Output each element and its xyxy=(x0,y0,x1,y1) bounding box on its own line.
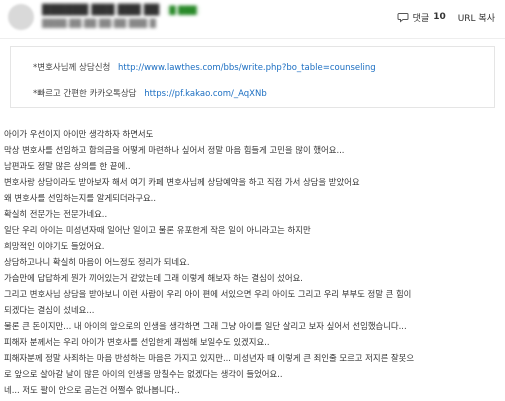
post-header: ██████ ███ ███ ██ █ ███ ████.██.██ ██:██… xyxy=(0,0,505,39)
body-line: 왜 변호사를 선임하는지를 알게되더라구요.. xyxy=(4,193,156,203)
comment-count: 10 xyxy=(433,12,446,22)
body-line: 네... 저도 팔이 안으로 굽는건 어쩔수 없나봅니다.. xyxy=(4,385,180,395)
link-row: *변호사님께 상담신청 http://www.lawthes.com/bbs/w… xyxy=(33,61,376,73)
kakao-link[interactable]: https://pf.kakao.com/_AqXNb xyxy=(144,89,267,99)
link-label: *변호사님께 상담신청 xyxy=(33,63,111,73)
body-line: 로 앞으로 살아갈 날이 많은 아이의 인생을 망칠수는 없겠다는 생각이 들었… xyxy=(4,369,283,379)
contact-link-box: *변호사님께 상담신청 http://www.lawthes.com/bbs/w… xyxy=(10,46,495,108)
body-line: 막상 변호사를 선임하고 합의금을 어떻게 마련하나 싶어서 정말 마음 힘들게… xyxy=(4,145,345,155)
member-badge: █ ███ xyxy=(166,6,200,15)
body-line: 일단 우리 아이는 미성년자때 일어난 일이고 물론 유포한게 작은 일이 아니… xyxy=(4,225,311,235)
body-line: 피해자분께 정말 사죄하는 마음 반성하는 마음은 가지고 있지만... 미성년… xyxy=(4,353,415,363)
body-line: 그리고 변호사님 상담을 받아보니 이런 사람이 우리 아이 편에 서있으면 우… xyxy=(4,289,412,299)
comment-bubble-icon xyxy=(397,11,409,23)
counseling-link[interactable]: http://www.lawthes.com/bbs/write.php?bo_… xyxy=(118,63,376,73)
body-line: 확실히 전문가는 전문가네요.. xyxy=(4,209,108,219)
body-line: 되겠다는 결심이 섰네요... xyxy=(4,305,95,315)
author-info[interactable]: ██████ ███ ███ ██ █ ███ xyxy=(42,5,200,16)
body-line: 피해자 분께서는 우리 아이가 변호사를 선임한게 괘씸해 보일수도 있겠지요.… xyxy=(4,337,270,347)
link-label: *빠르고 간편한 카카오톡상담 xyxy=(33,89,137,99)
post-page: ██████ ███ ███ ██ █ ███ ████.██.██ ██:██… xyxy=(0,0,505,401)
body-line: 가슴만에 답답하게 뭔가 끼어있는거 같았는데 그래 이렇게 해보자 하는 결심… xyxy=(4,273,303,283)
body-line: 상담하고나니 확실히 마음이 어느정도 정리가 되네요. xyxy=(4,257,190,267)
comment-button[interactable]: 댓글 10 xyxy=(397,11,446,24)
post-actions: 댓글 10 URL 복사 xyxy=(397,10,495,24)
comment-label: 댓글 xyxy=(412,13,430,24)
link-row: *빠르고 간편한 카카오톡상담 https://pf.kakao.com/_Aq… xyxy=(33,87,267,99)
body-line: 희망적인 이야기도 들었어요. xyxy=(4,241,105,251)
body-line: 남편과도 정말 많은 상의를 한 끝에.. xyxy=(4,161,131,171)
body-line: 아이가 우선이지 아이만 생각하자 하면서도 xyxy=(4,129,154,139)
body-line: 물론 큰 돈이지만... 내 아이의 앞으로의 인생을 생각하면 그래 그냥 아… xyxy=(4,321,407,331)
author-name[interactable]: ██████ ███ ███ ██ xyxy=(42,5,159,16)
url-copy-button[interactable]: URL 복사 xyxy=(458,11,495,24)
body-line: 변호사랑 상담이라도 받아보자 해서 여기 카페 변호사님께 상담예약을 하고 … xyxy=(4,177,360,187)
post-meta: ████.██.██ ██:██ ███ █ xyxy=(42,19,156,28)
avatar[interactable] xyxy=(8,4,34,30)
